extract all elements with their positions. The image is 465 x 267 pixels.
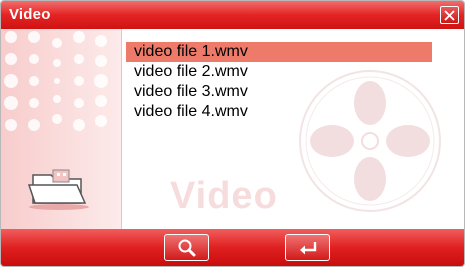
enter-button[interactable] (285, 234, 330, 261)
close-icon (444, 9, 455, 21)
list-item[interactable]: video file 3.wmv (126, 82, 432, 102)
list-item[interactable]: video file 4.wmv (126, 102, 432, 122)
side-panel (1, 29, 122, 229)
list-item[interactable]: video file 2.wmv (126, 62, 432, 82)
file-list: video file 1.wmv video file 2.wmv video … (126, 42, 432, 122)
close-button[interactable] (440, 6, 459, 24)
enter-icon (299, 241, 316, 254)
search-button[interactable] (164, 234, 209, 261)
footer-toolbar (1, 229, 464, 266)
video-window: Video Video video file 1.wmv video file … (0, 0, 465, 267)
folder-icon (27, 169, 89, 210)
video-watermark: Video (170, 175, 278, 217)
file-list-panel: Video video file 1.wmv video file 2.wmv … (122, 29, 464, 229)
window-title: Video (9, 6, 51, 23)
list-item[interactable]: video file 1.wmv (126, 42, 432, 62)
dots-pattern-icon (4, 31, 108, 131)
search-icon (178, 239, 195, 256)
title-bar: Video (1, 1, 464, 29)
